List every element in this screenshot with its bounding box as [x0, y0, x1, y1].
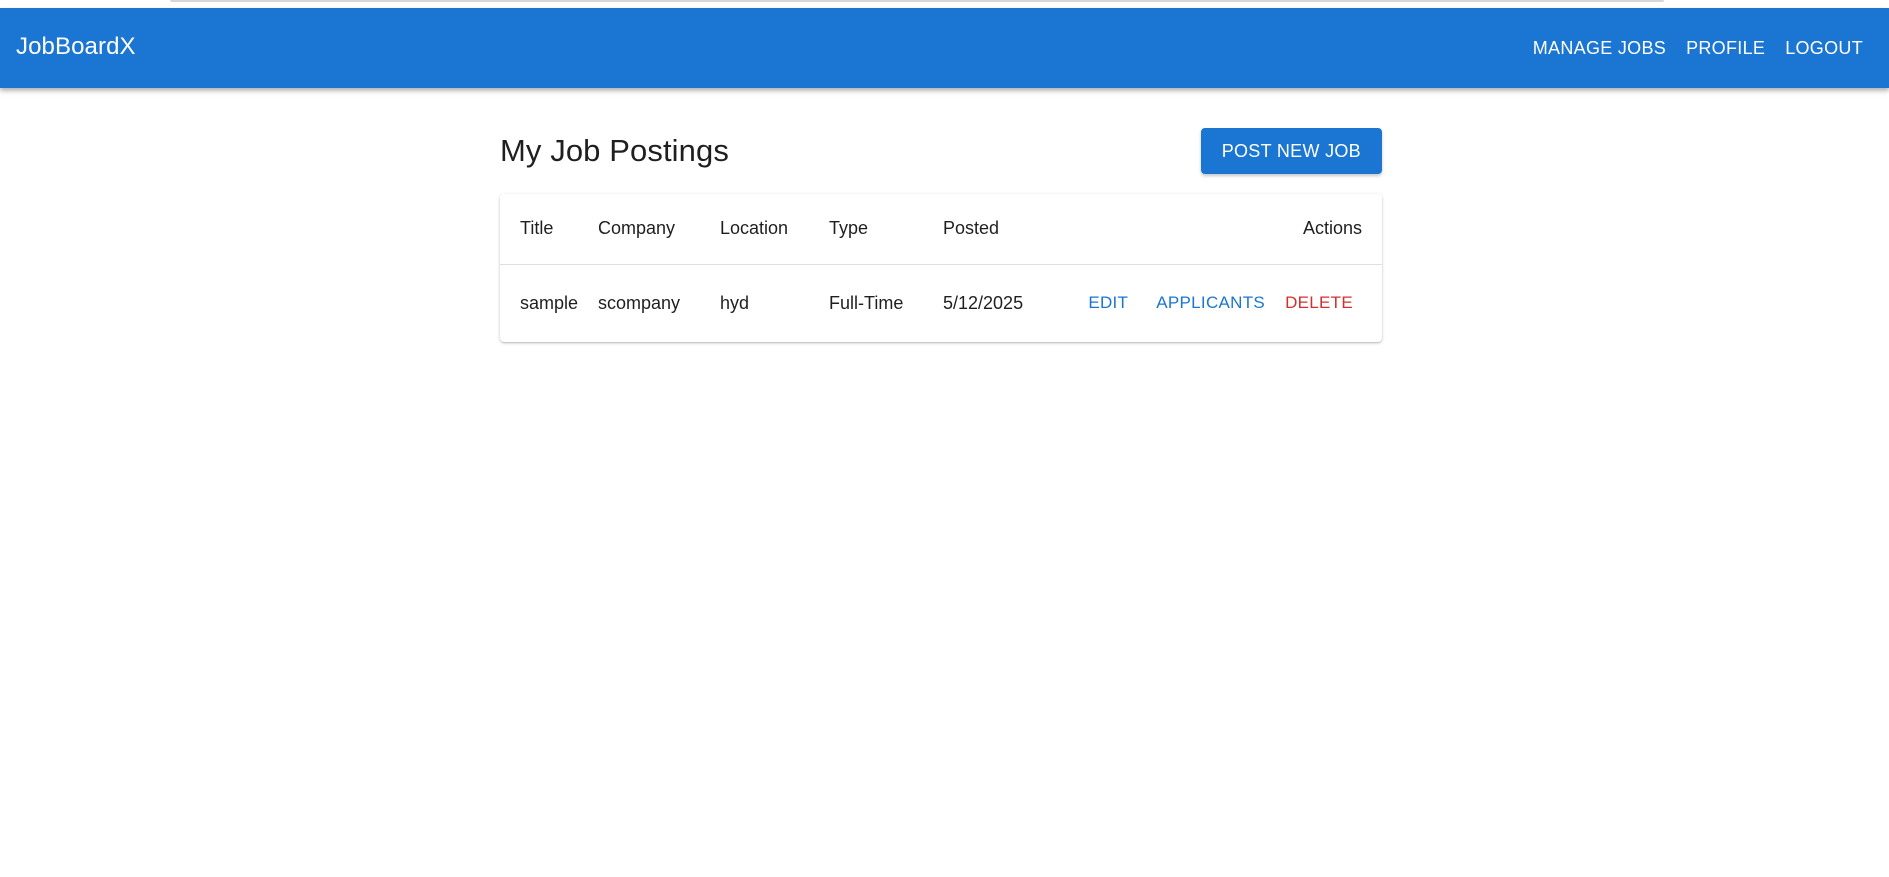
main-content: My Job Postings POST NEW JOB Title Compa… — [500, 128, 1382, 342]
table-row: sample scompany hyd Full-Time 5/12/2025 … — [500, 264, 1382, 342]
nav-profile-button[interactable]: PROFILE — [1676, 30, 1775, 67]
cell-title: sample — [520, 292, 579, 313]
column-header-title: Title — [520, 218, 554, 239]
top-nav: MANAGE JOBS PROFILE LOGOUT — [1523, 30, 1873, 67]
column-header-location: Location — [720, 218, 789, 239]
app-bar: JobBoardX MANAGE JOBS PROFILE LOGOUT — [0, 8, 1889, 88]
page-title: My Job Postings — [500, 133, 729, 168]
table-header-row: Title Company Location Type Posted Actio… — [500, 194, 1382, 264]
job-postings-table-card: Title Company Location Type Posted Actio… — [500, 194, 1382, 342]
nav-logout-button[interactable]: LOGOUT — [1775, 30, 1873, 67]
applicants-button[interactable]: APPLICANTS — [1146, 285, 1275, 321]
row-actions: EDIT APPLICANTS DELETE — [1073, 285, 1362, 321]
cell-location: hyd — [720, 292, 750, 313]
page-header: My Job Postings POST NEW JOB — [500, 128, 1382, 174]
nav-manage-jobs-button[interactable]: MANAGE JOBS — [1523, 30, 1676, 67]
cell-company: scompany — [598, 292, 681, 313]
brand-logo[interactable]: JobBoardX — [16, 33, 136, 63]
column-header-company: Company — [598, 218, 676, 239]
column-header-actions: Actions — [1302, 218, 1362, 239]
post-new-job-button[interactable]: POST NEW JOB — [1200, 128, 1382, 174]
table-body: sample scompany hyd Full-Time 5/12/2025 … — [500, 264, 1382, 342]
table-header: Title Company Location Type Posted Actio… — [500, 194, 1382, 264]
cell-actions: EDIT APPLICANTS DELETE — [1073, 264, 1382, 342]
job-postings-table: Title Company Location Type Posted Actio… — [500, 194, 1382, 342]
cell-posted: 5/12/2025 — [943, 292, 1024, 313]
column-header-type: Type — [829, 218, 869, 239]
cell-type: Full-Time — [829, 292, 904, 313]
browser-top-strip — [0, 0, 1889, 8]
column-header-posted: Posted — [943, 218, 1000, 239]
delete-button[interactable]: DELETE — [1275, 285, 1363, 321]
edit-button[interactable]: EDIT — [1078, 285, 1138, 321]
address-bar-edge — [170, 0, 1664, 2]
